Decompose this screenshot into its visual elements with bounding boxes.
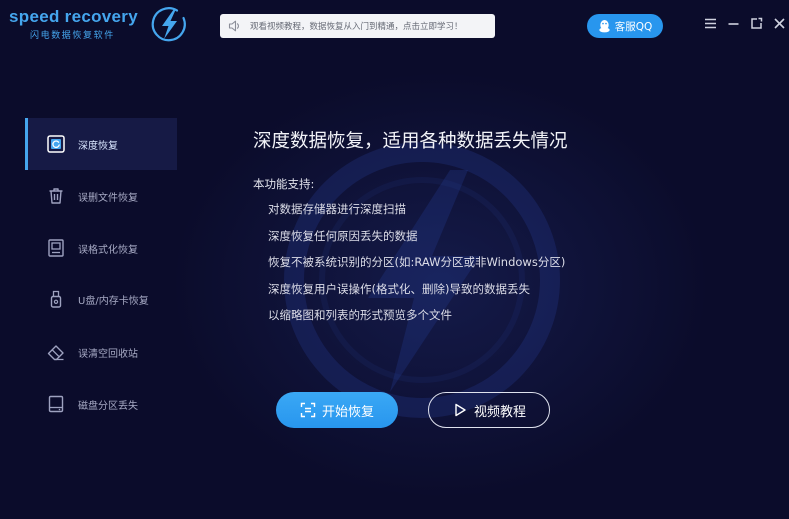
sidebar-item-deleted-file-recovery[interactable]: 误删文件恢复 (25, 170, 177, 222)
sidebar-item-recycle-bin-recovery[interactable]: 误清空回收站 (25, 326, 177, 378)
sidebar-item-format-recovery[interactable]: 误格式化恢复 (25, 222, 177, 274)
close-icon[interactable] (772, 16, 787, 31)
scan-icon (300, 402, 316, 418)
sidebar-item-label: 磁盘分区丢失 (78, 401, 138, 412)
sidebar-item-deep-recovery[interactable]: 深度恢复 (25, 118, 177, 170)
format-icon (46, 238, 66, 258)
eraser-icon (46, 342, 66, 362)
lightning-watermark-icon (272, 130, 572, 430)
page-title: 深度数据恢复，适用各种数据丢失情况 (253, 131, 568, 152)
qq-penguin-icon (598, 19, 611, 33)
sidebar-item-label: 误格式化恢复 (78, 245, 138, 256)
sidebar-item-label: 深度恢复 (78, 141, 118, 152)
video-tutorial-button[interactable]: 视频教程 (428, 392, 550, 428)
sidebar-item-label: 误删文件恢复 (78, 193, 138, 204)
sidebar-item-partition-lost[interactable]: 磁盘分区丢失 (25, 378, 177, 430)
sidebar-item-usb-memory-card-recovery[interactable]: U盘/内存卡恢复 (25, 273, 177, 325)
logo-subtitle: 闪电数据恢复软件 (30, 31, 115, 41)
start-recovery-button[interactable]: 开始恢复 (276, 392, 398, 428)
feature-item: 以缩略图和列表的形式预览多个文件 (268, 308, 452, 322)
customer-service-qq-button[interactable]: 客服QQ (587, 14, 663, 38)
disk-icon (46, 394, 66, 414)
play-icon (452, 402, 468, 418)
features-heading: 本功能支持: (253, 177, 315, 191)
logo-text: speed recovery (9, 7, 138, 26)
notice-bar[interactable]: 观看视频教程，数据恢复从入门到精通，点击立即学习！ (220, 14, 495, 38)
feature-item: 恢复不被系统识别的分区(如:RAW分区或非Windows分区) (268, 255, 566, 269)
minimize-icon[interactable] (726, 16, 741, 31)
trash-icon (46, 186, 66, 206)
video-tutorial-label: 视频教程 (473, 404, 526, 420)
notice-text: 观看视频教程，数据恢复从入门到精通，点击立即学习！ (250, 22, 463, 32)
speaker-icon (228, 19, 242, 33)
lightning-icon (150, 5, 188, 43)
qq-button-label: 客服QQ (614, 20, 653, 33)
feature-item: 深度恢复用户误操作(格式化、删除)导致的数据丢失 (268, 282, 530, 296)
feature-item: 对数据存储器进行深度扫描 (268, 202, 406, 216)
start-recovery-label: 开始恢复 (321, 404, 374, 420)
sidebar-item-label: 误清空回收站 (78, 349, 138, 360)
sidebar-item-label: U盘/内存卡恢复 (78, 296, 149, 307)
menu-icon[interactable] (703, 16, 718, 31)
feature-item: 深度恢复任何原因丢失的数据 (268, 229, 418, 243)
restore-icon[interactable] (749, 16, 764, 31)
deep-scan-icon (46, 134, 66, 154)
usb-drive-icon (46, 289, 66, 309)
